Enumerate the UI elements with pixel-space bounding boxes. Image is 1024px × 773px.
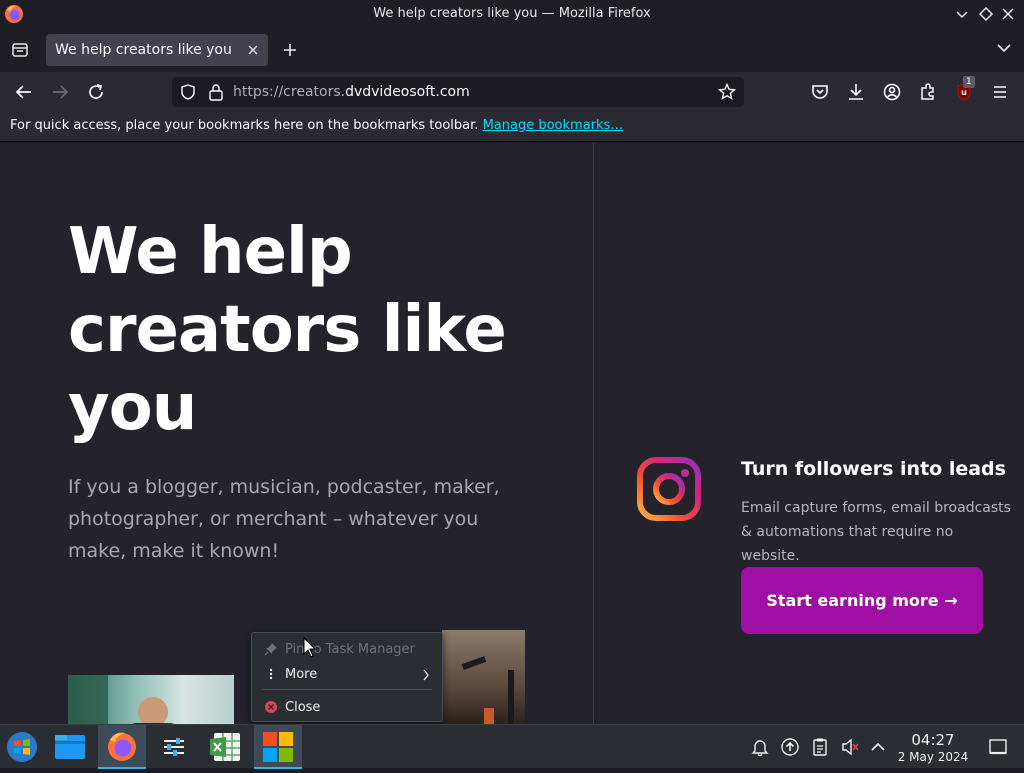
menu-item-close-label: Close bbox=[285, 700, 321, 715]
url-text[interactable]: https://creators.dvdvideosoft.com bbox=[233, 84, 470, 100]
instagram-icon bbox=[637, 457, 701, 521]
bookmarks-message-text: For quick access, place your bookmarks h… bbox=[10, 118, 479, 133]
creator-photo-left bbox=[68, 675, 234, 724]
tab-label: We help creators like you bbox=[55, 42, 232, 58]
url-bar[interactable]: https://creators.dvdvideosoft.com bbox=[172, 77, 744, 107]
manage-bookmarks-link[interactable]: Manage bookmarks… bbox=[483, 118, 624, 133]
new-tab-button[interactable] bbox=[278, 36, 302, 64]
hamburger-menu-icon[interactable] bbox=[988, 80, 1012, 104]
taskbar-spreadsheet[interactable] bbox=[202, 725, 250, 769]
extensions-puzzle-icon[interactable] bbox=[916, 80, 940, 104]
reload-button[interactable] bbox=[84, 80, 108, 104]
taskbar-firefox[interactable] bbox=[98, 725, 146, 769]
forward-button[interactable] bbox=[48, 80, 72, 104]
tab-active[interactable]: We help creators like you bbox=[46, 34, 268, 66]
firefox-view-button[interactable] bbox=[6, 36, 34, 64]
mouse-cursor-icon bbox=[303, 637, 317, 658]
list-all-tabs-icon[interactable] bbox=[994, 38, 1014, 58]
close-window-button[interactable] bbox=[998, 4, 1018, 24]
more-vertical-icon bbox=[269, 668, 273, 680]
downloads-icon[interactable] bbox=[844, 80, 868, 104]
web-page-content: We help creators like you If you a blogg… bbox=[0, 143, 1024, 724]
back-button[interactable] bbox=[12, 80, 36, 104]
close-circle-icon bbox=[265, 701, 277, 713]
maximize-button[interactable] bbox=[976, 4, 996, 24]
submenu-arrow-icon bbox=[423, 669, 429, 681]
pin-icon bbox=[264, 643, 277, 656]
url-host: dvdvideosoft.com bbox=[345, 84, 470, 100]
menu-item-pin[interactable]: Pin to Task Manager bbox=[252, 637, 442, 663]
hero-title: We help creators like you bbox=[68, 215, 507, 445]
feature-description: Email capture forms, email broadcasts & … bbox=[741, 500, 1011, 564]
start-menu-icon bbox=[7, 732, 37, 762]
column-divider bbox=[593, 143, 594, 724]
feature-title: Turn followers into leads bbox=[741, 458, 1006, 480]
bookmark-star-icon[interactable] bbox=[718, 83, 736, 101]
bookmarks-toolbar: For quick access, place your bookmarks h… bbox=[0, 112, 1024, 142]
notifications-bell-icon[interactable] bbox=[750, 737, 770, 757]
window-titlebar: We help creators like you — Mozilla Fire… bbox=[0, 0, 1024, 28]
menu-separator bbox=[262, 689, 432, 690]
creator-photo-right bbox=[442, 630, 525, 724]
svg-text:u: u bbox=[961, 88, 967, 97]
tab-strip: We help creators like you bbox=[0, 28, 1024, 72]
show-hidden-icons-chevron-icon[interactable] bbox=[868, 737, 888, 757]
menu-item-close[interactable]: Close bbox=[252, 695, 442, 721]
show-desktop-icon[interactable] bbox=[988, 737, 1008, 757]
menu-item-more-label: More bbox=[285, 667, 318, 682]
minimize-button[interactable] bbox=[952, 4, 972, 24]
navigation-toolbar: https://creators.dvdvideosoft.com u 1 bbox=[0, 72, 1024, 112]
app-grid-icon bbox=[263, 732, 293, 762]
clock-time: 04:27 bbox=[911, 731, 955, 749]
volume-muted-icon[interactable] bbox=[840, 737, 860, 757]
url-prefix: https://creators. bbox=[233, 84, 346, 100]
taskbar-file-manager[interactable] bbox=[46, 725, 94, 769]
menu-item-more[interactable]: More bbox=[252, 662, 442, 688]
lock-icon[interactable] bbox=[208, 83, 224, 101]
digital-clock[interactable]: 04:27 2 May 2024 bbox=[890, 731, 976, 764]
clock-date: 2 May 2024 bbox=[897, 750, 969, 764]
update-notifier-icon[interactable] bbox=[780, 737, 800, 757]
tracking-protection-shield-icon[interactable] bbox=[180, 84, 196, 100]
hero-subtitle: If you a blogger, musician, podcaster, m… bbox=[68, 476, 500, 562]
extension-badge: 1 bbox=[963, 76, 975, 88]
ublock-extension-icon[interactable]: u 1 bbox=[952, 76, 976, 104]
spreadsheet-icon bbox=[210, 733, 240, 761]
start-earning-button[interactable]: Start earning more → bbox=[741, 567, 983, 634]
start-menu-button[interactable] bbox=[0, 725, 48, 769]
taskbar: 04:27 2 May 2024 bbox=[0, 724, 1024, 769]
pocket-icon[interactable] bbox=[808, 80, 832, 104]
taskbar-context-menu: Pin to Task Manager More Close bbox=[251, 632, 443, 722]
firefox-icon bbox=[108, 732, 136, 761]
window-title: We help creators like you — Mozilla Fire… bbox=[373, 6, 651, 21]
clipboard-icon[interactable] bbox=[810, 737, 830, 757]
settings-icon bbox=[162, 735, 186, 759]
tab-close-icon[interactable] bbox=[246, 40, 260, 64]
account-icon[interactable] bbox=[880, 80, 904, 104]
bookmarks-toolbar-message: For quick access, place your bookmarks h… bbox=[10, 118, 623, 133]
file-manager-icon bbox=[55, 735, 85, 759]
taskbar-app-grid[interactable] bbox=[254, 725, 302, 769]
taskbar-settings[interactable] bbox=[150, 725, 198, 769]
